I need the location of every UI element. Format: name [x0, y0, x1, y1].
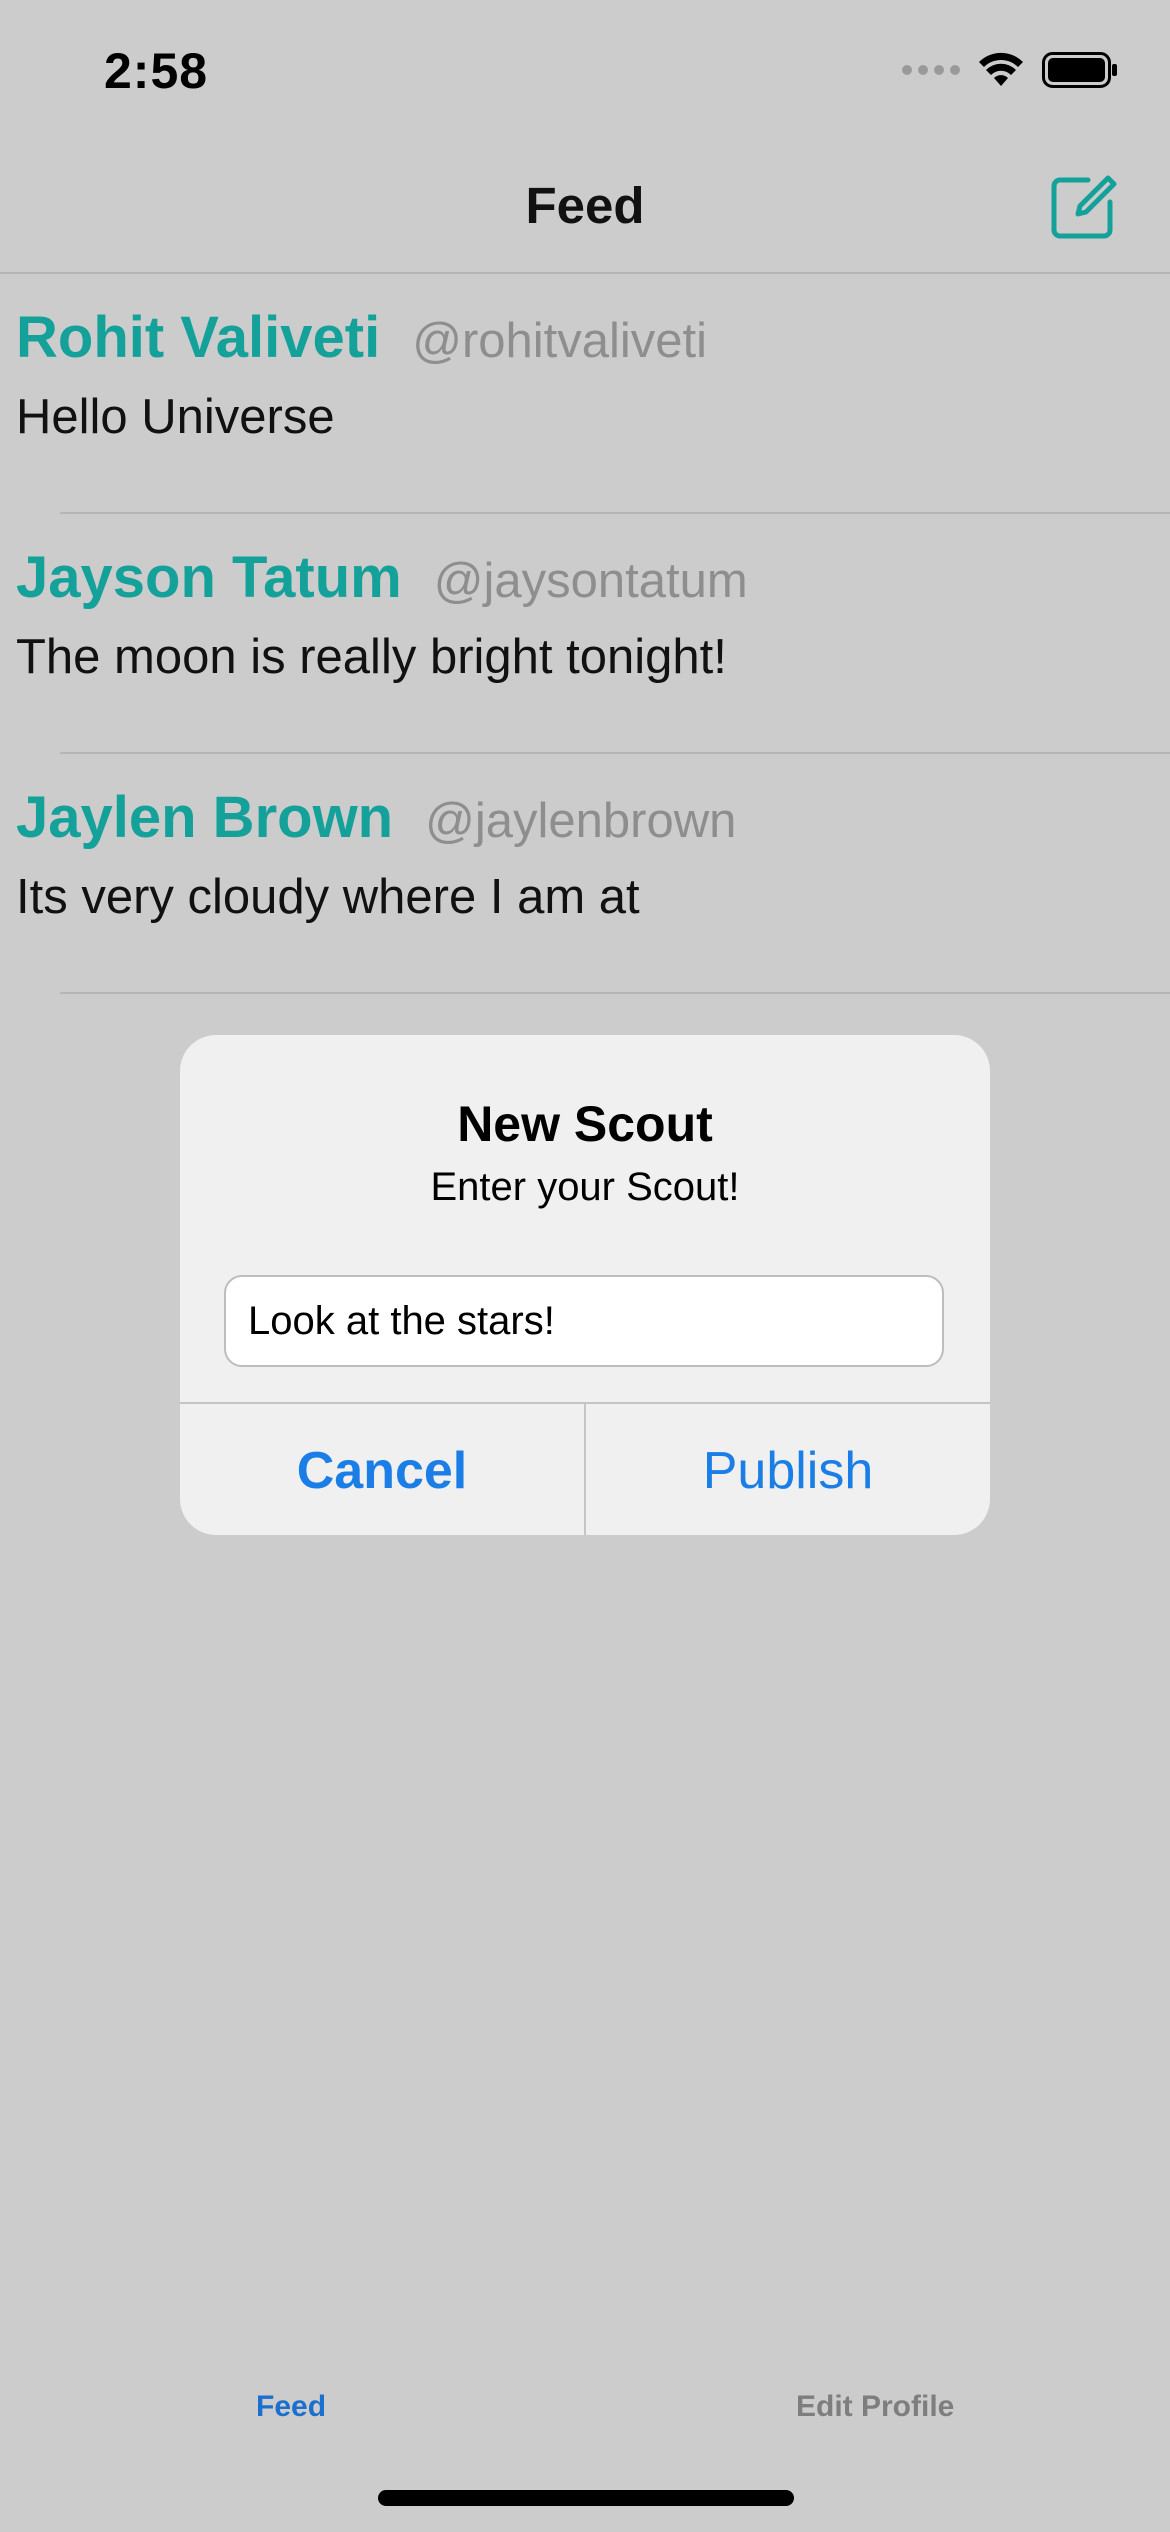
cellular-signal-icon	[902, 65, 960, 75]
status-icons	[902, 52, 1118, 88]
battery-icon	[1042, 52, 1117, 88]
tab-edit-profile[interactable]: Edit Profile	[796, 2390, 954, 2424]
tab-feed[interactable]: Feed	[256, 2390, 326, 2424]
alert-title: New Scout	[457, 1096, 713, 1152]
cancel-button[interactable]: Cancel	[180, 1404, 586, 1535]
post-text: The moon is really bright tonight!	[16, 630, 727, 684]
scout-input[interactable]	[224, 1275, 944, 1367]
author-handle: @jaylenbrown	[425, 794, 737, 848]
status-bar: 2:58	[0, 0, 1170, 140]
author-name: Jayson Tatum	[16, 545, 402, 610]
author-handle: @jaysontatum	[433, 554, 748, 608]
feed-list[interactable]: Rohit Valiveti @rohitvaliveti Hello Univ…	[0, 274, 1170, 994]
author-handle: @rohitvaliveti	[412, 314, 708, 368]
navigation-bar: Feed	[0, 140, 1170, 274]
page-title: Feed	[525, 177, 645, 234]
tab-bar: Feed Edit Profile	[0, 2370, 1170, 2440]
post-text: Its very cloudy where I am at	[16, 870, 640, 924]
post-text: Hello Universe	[16, 390, 335, 444]
publish-button[interactable]: Publish	[586, 1404, 990, 1535]
author-name: Rohit Valiveti	[16, 305, 381, 370]
list-item[interactable]: Jayson Tatum @jaysontatum The moon is re…	[16, 514, 1170, 754]
author-name: Jaylen Brown	[16, 785, 394, 850]
new-scout-alert: New Scout Enter your Scout! Cancel Publi…	[180, 1035, 990, 1535]
wifi-icon	[979, 52, 1023, 86]
app-screen: 2:58 Feed Rohit Valiveti @rohitvaliveti …	[0, 0, 1170, 2532]
alert-button-row: Cancel Publish	[180, 1402, 990, 1535]
compose-button[interactable]	[1048, 172, 1118, 242]
alert-message: Enter your Scout!	[430, 1165, 740, 1209]
list-item[interactable]: Rohit Valiveti @rohitvaliveti Hello Univ…	[16, 274, 1170, 514]
compose-icon	[1051, 175, 1117, 239]
status-time: 2:58	[104, 43, 209, 99]
list-item[interactable]: Jaylen Brown @jaylenbrown Its very cloud…	[16, 754, 1170, 994]
home-indicator[interactable]	[378, 2490, 794, 2506]
